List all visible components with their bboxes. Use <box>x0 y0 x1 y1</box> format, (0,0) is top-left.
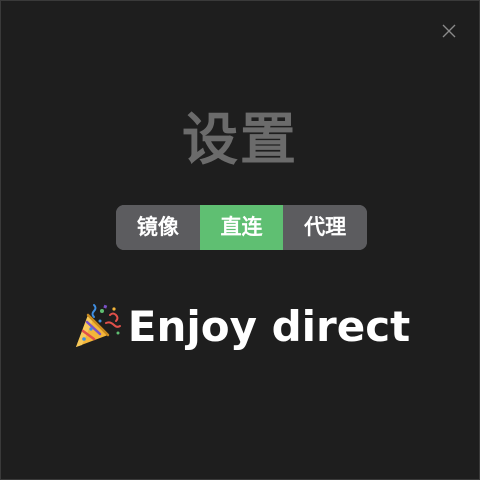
party-popper-icon <box>75 304 121 347</box>
mode-proxy-button[interactable]: 代理 <box>283 205 367 250</box>
dialog-title: 设置 <box>182 108 298 173</box>
message-text: Enjoy direct <box>127 302 411 351</box>
status-message: Enjoy direct <box>1 297 479 357</box>
connection-mode-selector: 镜像 直连 代理 <box>116 205 367 250</box>
close-icon <box>442 24 456 38</box>
mode-direct-button[interactable]: 直连 <box>199 205 284 250</box>
close-button[interactable] <box>441 23 457 39</box>
mode-mirror-button[interactable]: 镜像 <box>116 205 200 250</box>
settings-dialog: 设置 镜像 直连 代理 Enjoy direct <box>0 0 480 480</box>
